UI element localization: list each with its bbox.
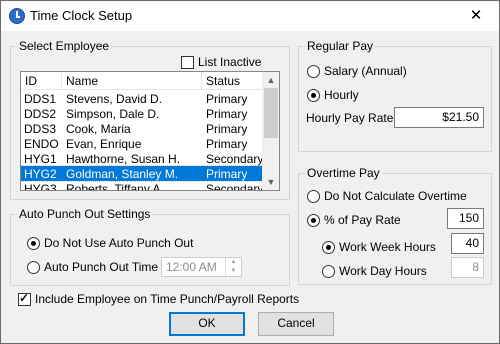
salary-radio[interactable] xyxy=(307,65,320,78)
employee-name-cell: Simpson, Dale D. xyxy=(66,107,160,121)
percent-of-pay-rate-radio[interactable] xyxy=(307,214,320,227)
scroll-up-icon[interactable]: ▲ xyxy=(263,72,279,88)
title-bar: Time Clock Setup ✕ xyxy=(1,1,499,31)
employee-name-cell: Roberts, Tiffany A. xyxy=(66,182,164,191)
work-week-hours-label: Work Week Hours xyxy=(339,240,436,254)
employee-id-cell: HYG2 xyxy=(24,167,57,181)
include-employee-checkbox[interactable] xyxy=(18,291,31,306)
auto-punch-time-radio[interactable] xyxy=(27,261,40,274)
column-header-status[interactable]: Status xyxy=(206,74,240,88)
do-not-calculate-overtime-radio[interactable] xyxy=(307,190,320,203)
employee-name-cell: Evan, Enrique xyxy=(66,137,142,151)
work-week-hours-value: 40 xyxy=(465,236,479,250)
ok-button[interactable]: OK xyxy=(169,312,245,336)
auto-punch-time-value: 12:00 AM xyxy=(166,260,217,274)
table-row[interactable]: DDS3 Cook, Maria Primary xyxy=(21,121,263,136)
percent-of-pay-rate-label: % of Pay Rate xyxy=(324,213,401,227)
include-employee-label: Include Employee on Time Punch/Payroll R… xyxy=(35,292,300,306)
cancel-button[interactable]: Cancel xyxy=(258,312,334,336)
hourly-pay-rate-label: Hourly Pay Rate xyxy=(306,111,394,125)
work-day-hours-label: Work Day Hours xyxy=(339,264,427,278)
auto-punch-out-label: Auto Punch Out Settings xyxy=(17,207,153,221)
employee-status-cell: Primary xyxy=(206,167,248,181)
list-inactive-label: List Inactive xyxy=(198,55,262,69)
employee-status-cell: Primary xyxy=(206,122,248,136)
employee-id-cell: ENDO xyxy=(24,137,59,151)
select-employee-label: Select Employee xyxy=(17,39,112,53)
list-scrollbar[interactable]: ▲ ▼ xyxy=(262,72,279,190)
employee-id-cell: DDS2 xyxy=(24,107,57,121)
column-header-id[interactable]: ID xyxy=(25,74,37,88)
employee-status-cell: Primary xyxy=(206,92,248,106)
clock-icon xyxy=(9,8,25,24)
salary-label: Salary (Annual) xyxy=(324,64,407,78)
do-not-use-auto-punch-radio[interactable] xyxy=(27,237,40,250)
scroll-thumb[interactable] xyxy=(264,88,278,138)
table-row[interactable]: DDS2 Simpson, Dale D. Primary xyxy=(21,106,263,121)
time-clock-setup-dialog: Time Clock Setup ✕ Select Employee List … xyxy=(0,0,500,344)
work-day-hours-radio[interactable] xyxy=(322,265,335,278)
employee-status-cell: Primary xyxy=(206,137,248,151)
table-row[interactable]: HYG2 Goldman, Stanley M. Primary xyxy=(21,165,264,182)
employee-status-cell: Primary xyxy=(206,107,248,121)
employee-id-cell: DDS3 xyxy=(24,122,57,136)
employee-id-cell: HYG1 xyxy=(24,152,57,166)
work-week-hours-radio[interactable] xyxy=(322,241,335,254)
table-row[interactable]: DDS1 Stevens, David D. Primary xyxy=(21,91,263,106)
percent-of-pay-rate-value: 150 xyxy=(458,211,479,225)
hourly-pay-rate-value: $21.50 xyxy=(442,110,479,124)
work-day-hours-input[interactable]: 8 xyxy=(451,257,484,278)
employee-name-cell: Hawthorne, Susan H. xyxy=(66,152,181,166)
hourly-label: Hourly xyxy=(324,88,359,102)
hourly-pay-rate-input[interactable]: $21.50 xyxy=(394,107,484,128)
hourly-radio[interactable] xyxy=(307,89,320,102)
employee-id-cell: HYG3 xyxy=(24,182,57,191)
regular-pay-label: Regular Pay xyxy=(305,39,376,53)
scroll-down-icon[interactable]: ▼ xyxy=(263,174,279,190)
table-row[interactable]: ENDO Evan, Enrique Primary xyxy=(21,136,263,151)
table-row[interactable]: HYG3 Roberts, Tiffany A. Secondary xyxy=(21,181,264,191)
overtime-pay-label: Overtime Pay xyxy=(305,166,382,180)
list-inactive-checkbox[interactable] xyxy=(181,56,194,69)
employee-id-cell: DDS1 xyxy=(24,92,57,106)
close-button[interactable]: ✕ xyxy=(453,1,499,31)
auto-punch-out-group: Auto Punch Out Settings xyxy=(10,207,290,286)
auto-punch-time-input[interactable]: 12:00 AM ▲ ▼ xyxy=(161,257,242,277)
work-day-hours-value: 8 xyxy=(472,260,479,274)
table-row[interactable]: HYG1 Hawthorne, Susan H. Secondary xyxy=(21,151,263,166)
work-week-hours-input[interactable]: 40 xyxy=(451,233,484,254)
employee-list[interactable]: ID Name Status DDS1 Stevens, David D. Prim… xyxy=(20,71,280,191)
window-title: Time Clock Setup xyxy=(30,8,133,23)
employee-name-cell: Stevens, David D. xyxy=(66,92,163,106)
employee-name-cell: Cook, Maria xyxy=(66,122,131,136)
do-not-use-auto-punch-label: Do Not Use Auto Punch Out xyxy=(44,236,194,250)
employee-name-cell: Goldman, Stanley M. xyxy=(66,167,179,181)
list-header: ID Name Status xyxy=(21,72,263,90)
time-spinner-icon[interactable]: ▲ ▼ xyxy=(225,258,241,276)
column-header-name[interactable]: Name xyxy=(66,74,98,88)
auto-punch-time-label: Auto Punch Out Time xyxy=(44,260,159,274)
percent-of-pay-rate-input[interactable]: 150 xyxy=(447,208,484,229)
employee-status-cell: Secondary xyxy=(206,182,264,191)
employee-status-cell: Secondary xyxy=(206,152,264,166)
do-not-calculate-overtime-label: Do Not Calculate Overtime xyxy=(324,189,467,203)
